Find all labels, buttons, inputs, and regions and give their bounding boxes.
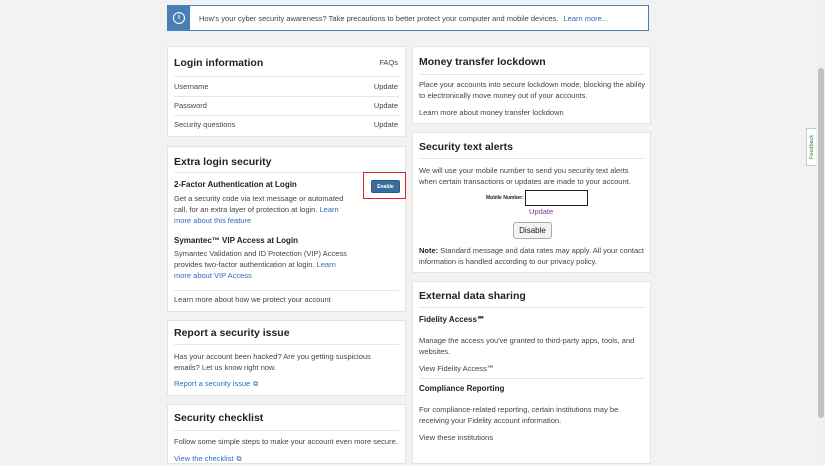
protect-account-link[interactable]: Learn more about how we protect your acc…	[174, 295, 331, 306]
extra-login-security-card: Extra login security 2-Factor Authentica…	[167, 146, 406, 312]
checklist-title: Security checklist	[174, 412, 264, 424]
report-issue-description: Has your account been hacked? Are you ge…	[174, 352, 371, 372]
twofa-title: 2-Factor Authentication at Login	[174, 180, 297, 189]
faqs-link[interactable]: FAQs	[379, 58, 398, 69]
report-issue-title: Report a security issue	[174, 327, 290, 339]
vip-title: Symantec™ VIP Access at Login	[174, 236, 299, 245]
money-lockdown-learn-more-link[interactable]: Learn more about money transfer lockdown	[419, 108, 564, 119]
password-update-link[interactable]: Update	[374, 101, 398, 112]
text-alerts-note: Note: Standard message and data rates ma…	[419, 246, 644, 266]
username-label: Username	[174, 82, 209, 91]
feedback-tab[interactable]: Feedback	[806, 128, 816, 166]
compliance-reporting-title: Compliance Reporting	[419, 384, 505, 393]
text-alerts-description: We will use your mobile number to send y…	[419, 166, 631, 186]
view-institutions-link[interactable]: View these institutions	[419, 433, 493, 444]
security-text-alerts-card: Security text alerts We will use your mo…	[412, 132, 651, 273]
external-data-sharing-card: External data sharing Fidelity Access℠ M…	[412, 281, 651, 464]
scrollbar-thumb[interactable]	[818, 68, 824, 418]
checklist-description: Follow some simple steps to make your ac…	[174, 437, 398, 446]
login-info-title: Login information	[174, 57, 264, 69]
report-issue-link[interactable]: Report a security issue	[174, 379, 250, 388]
page-scrollbar[interactable]	[817, 0, 825, 464]
banner-message: How's your cyber security awareness? Tak…	[199, 13, 559, 23]
fidelity-access-description: Manage the access you've granted to thir…	[419, 336, 635, 356]
view-checklist-link[interactable]: View the checklist	[174, 454, 233, 463]
banner-learn-more-link[interactable]: Learn more...	[563, 14, 608, 23]
mobile-update-link[interactable]: Update	[529, 207, 553, 218]
extra-security-title: Extra login security	[174, 156, 272, 168]
mobile-number-input[interactable]	[525, 190, 588, 206]
money-transfer-lockdown-card: Money transfer lockdown Place your accou…	[412, 46, 651, 124]
security-awareness-banner: i How's your cyber security awareness? T…	[167, 5, 649, 31]
fidelity-access-title: Fidelity Access℠	[419, 315, 486, 324]
feedback-label: Feedback	[808, 134, 815, 160]
password-label: Password	[174, 101, 207, 110]
money-lockdown-description: Place your accounts into secure lockdown…	[419, 80, 645, 100]
login-information-card: Login information FAQs Username Update P…	[167, 46, 406, 137]
view-fidelity-access-link[interactable]: View Fidelity Access℠	[419, 364, 494, 375]
text-alerts-title: Security text alerts	[419, 141, 513, 153]
money-lockdown-title: Money transfer lockdown	[419, 56, 546, 68]
external-link-icon: ⧉	[253, 381, 259, 388]
twofa-description: Get a security code via text message or …	[174, 194, 344, 225]
report-security-issue-card: Report a security issue Has your account…	[167, 320, 406, 396]
username-update-link[interactable]: Update	[374, 82, 398, 93]
external-sharing-title: External data sharing	[419, 290, 526, 302]
enable-2fa-button[interactable]: Enable	[371, 180, 400, 193]
security-questions-label: Security questions	[174, 120, 236, 129]
security-questions-update-link[interactable]: Update	[374, 120, 398, 131]
disable-alerts-button[interactable]: Disable	[513, 222, 552, 239]
mobile-number-label: Mobile Number:	[486, 195, 524, 201]
vip-description: Symantec Validation and ID Protection (V…	[174, 249, 347, 280]
security-checklist-card: Security checklist Follow some simple st…	[167, 404, 406, 464]
compliance-description: For compliance-related reporting, certai…	[419, 405, 619, 425]
external-link-icon: ⧉	[236, 456, 242, 463]
info-icon: i	[168, 6, 190, 30]
